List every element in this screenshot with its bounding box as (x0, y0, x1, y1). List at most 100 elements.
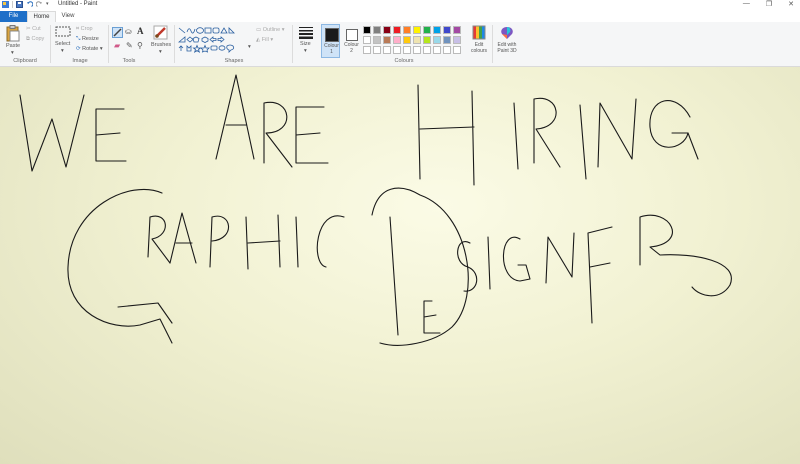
drawing-canvas[interactable] (0, 67, 800, 464)
palette-swatch[interactable] (373, 36, 381, 44)
chevron-down-icon: ▾ (159, 49, 162, 55)
clipboard-group-label: Clipboard (13, 58, 37, 64)
palette-swatch[interactable] (403, 46, 411, 54)
palette-swatch[interactable] (363, 36, 371, 44)
palette-swatch[interactable] (443, 46, 451, 54)
customize-toolbar-icon[interactable]: ▾ (46, 1, 53, 8)
palette-swatch[interactable] (403, 36, 411, 44)
palette-swatch[interactable] (393, 46, 401, 54)
edit-colours-button[interactable]: Edit colours (468, 25, 490, 57)
text-tool[interactable]: A (137, 26, 144, 36)
separator (50, 25, 51, 63)
scissors-icon: ✂ (26, 26, 31, 32)
palette-swatch[interactable] (363, 26, 371, 34)
palette-swatch[interactable] (363, 46, 371, 54)
separator (292, 25, 293, 63)
freehand-drawing (19, 74, 732, 346)
title-bar: ▾ Untitled - Paint — ❐ ✕ (0, 0, 800, 11)
chevron-down-icon: ▾ (270, 37, 274, 43)
palette-swatch[interactable] (413, 26, 421, 34)
size-label: Size (300, 41, 311, 47)
magnifier-icon[interactable]: ⚲ (137, 41, 143, 50)
palette-swatch[interactable] (393, 36, 401, 44)
paint3d-icon (501, 27, 513, 39)
palette-swatch[interactable] (373, 26, 381, 34)
undo-icon[interactable] (26, 1, 34, 8)
colour1-button[interactable]: Colour 1 (321, 24, 340, 58)
colour1-label: Colour 1 (324, 43, 339, 55)
palette-swatch[interactable] (423, 46, 431, 54)
shapes-gallery-icons (177, 27, 235, 53)
image-group-label: Image (72, 58, 88, 64)
palette-swatch[interactable] (453, 46, 461, 54)
colour2-swatch (346, 29, 358, 41)
palette-swatch[interactable] (383, 36, 391, 44)
palette-swatch[interactable] (433, 46, 441, 54)
copy-label: Copy (31, 36, 45, 42)
edit-colours-label: Edit colours (470, 42, 488, 54)
palette-swatch[interactable] (433, 36, 441, 44)
chevron-down-icon: ▾ (11, 50, 14, 56)
copy-icon: ⧉ (26, 36, 30, 42)
save-icon[interactable] (16, 1, 23, 8)
outline-label: Outline (262, 27, 281, 33)
resize-button[interactable]: ⤡ Resize (76, 36, 99, 43)
ribbon: Paste ▾ ✂ Cut ⧉ Copy Clipboard Select ▾ … (0, 22, 800, 67)
fill-bucket-icon[interactable]: ⛀ (125, 27, 132, 36)
shapes-gallery[interactable]: ▾ (177, 26, 251, 54)
palette-swatch[interactable] (403, 26, 411, 34)
rotate-icon: ⟳ (76, 46, 81, 52)
copy-button[interactable]: ⧉ Copy (26, 36, 44, 43)
separator (12, 1, 13, 8)
colour-wheel-icon (472, 25, 486, 40)
crop-label: Crop (80, 26, 93, 32)
tab-file[interactable]: File (0, 11, 27, 22)
palette-swatch[interactable] (453, 36, 461, 44)
shapes-group-label: Shapes (224, 58, 244, 64)
select-button[interactable]: Select ▾ (54, 25, 72, 55)
fill-icon: ◭ (256, 37, 261, 43)
palette-swatch[interactable] (383, 46, 391, 54)
pencil-icon (113, 28, 122, 37)
palette-swatch[interactable] (433, 26, 441, 34)
pencil-tool[interactable] (112, 27, 123, 38)
palette-swatch[interactable] (393, 26, 401, 34)
palette-swatch[interactable] (443, 36, 451, 44)
colours-group-label: Colours (394, 58, 414, 64)
paint3d-label: Edit with Paint 3D (497, 42, 517, 54)
redo-icon[interactable] (35, 1, 43, 8)
crop-button[interactable]: ⌗ Crop (76, 26, 93, 33)
colour-picker-icon[interactable]: ✎ (126, 41, 133, 50)
separator (492, 25, 493, 63)
cut-button[interactable]: ✂ Cut (26, 26, 41, 32)
colour2-label: Colour 2 (344, 42, 359, 54)
palette-swatch[interactable] (453, 26, 461, 34)
palette-swatch[interactable] (383, 26, 391, 34)
eraser-icon[interactable]: ▰ (114, 41, 120, 50)
palette-swatch[interactable] (443, 26, 451, 34)
minimize-icon[interactable]: — (743, 0, 750, 8)
colour-palette (363, 26, 469, 56)
palette-swatch[interactable] (413, 46, 421, 54)
brushes-label: Brushes (151, 42, 172, 48)
window-title: Untitled - Paint (58, 1, 98, 7)
edit-with-paint3d-button[interactable]: Edit with Paint 3D (494, 25, 520, 57)
tab-view[interactable]: View (56, 11, 80, 22)
brushes-button[interactable]: Brushes ▾ (150, 25, 172, 57)
paste-button[interactable]: Paste ▾ (4, 25, 22, 56)
palette-swatch[interactable] (423, 26, 431, 34)
palette-swatch[interactable] (423, 36, 431, 44)
palette-swatch[interactable] (373, 46, 381, 54)
rotate-button[interactable]: ⟳ Rotate ▾ (76, 46, 103, 52)
fill-button[interactable]: ◭ Fill ▾ (256, 37, 273, 43)
fill-label: Fill (261, 37, 269, 43)
maximize-icon[interactable]: ❐ (766, 0, 772, 8)
window-controls: — ❐ ✕ (743, 0, 794, 8)
chevron-down-icon: ▾ (61, 48, 64, 54)
close-icon[interactable]: ✕ (788, 0, 794, 8)
outline-button[interactable]: ▭ Outline ▾ (256, 27, 284, 33)
palette-swatch[interactable] (413, 36, 421, 44)
colour2-button[interactable]: Colour 2 (343, 24, 360, 58)
size-button[interactable]: Size ▾ (296, 25, 316, 57)
chevron-down-icon: ▾ (304, 48, 307, 54)
